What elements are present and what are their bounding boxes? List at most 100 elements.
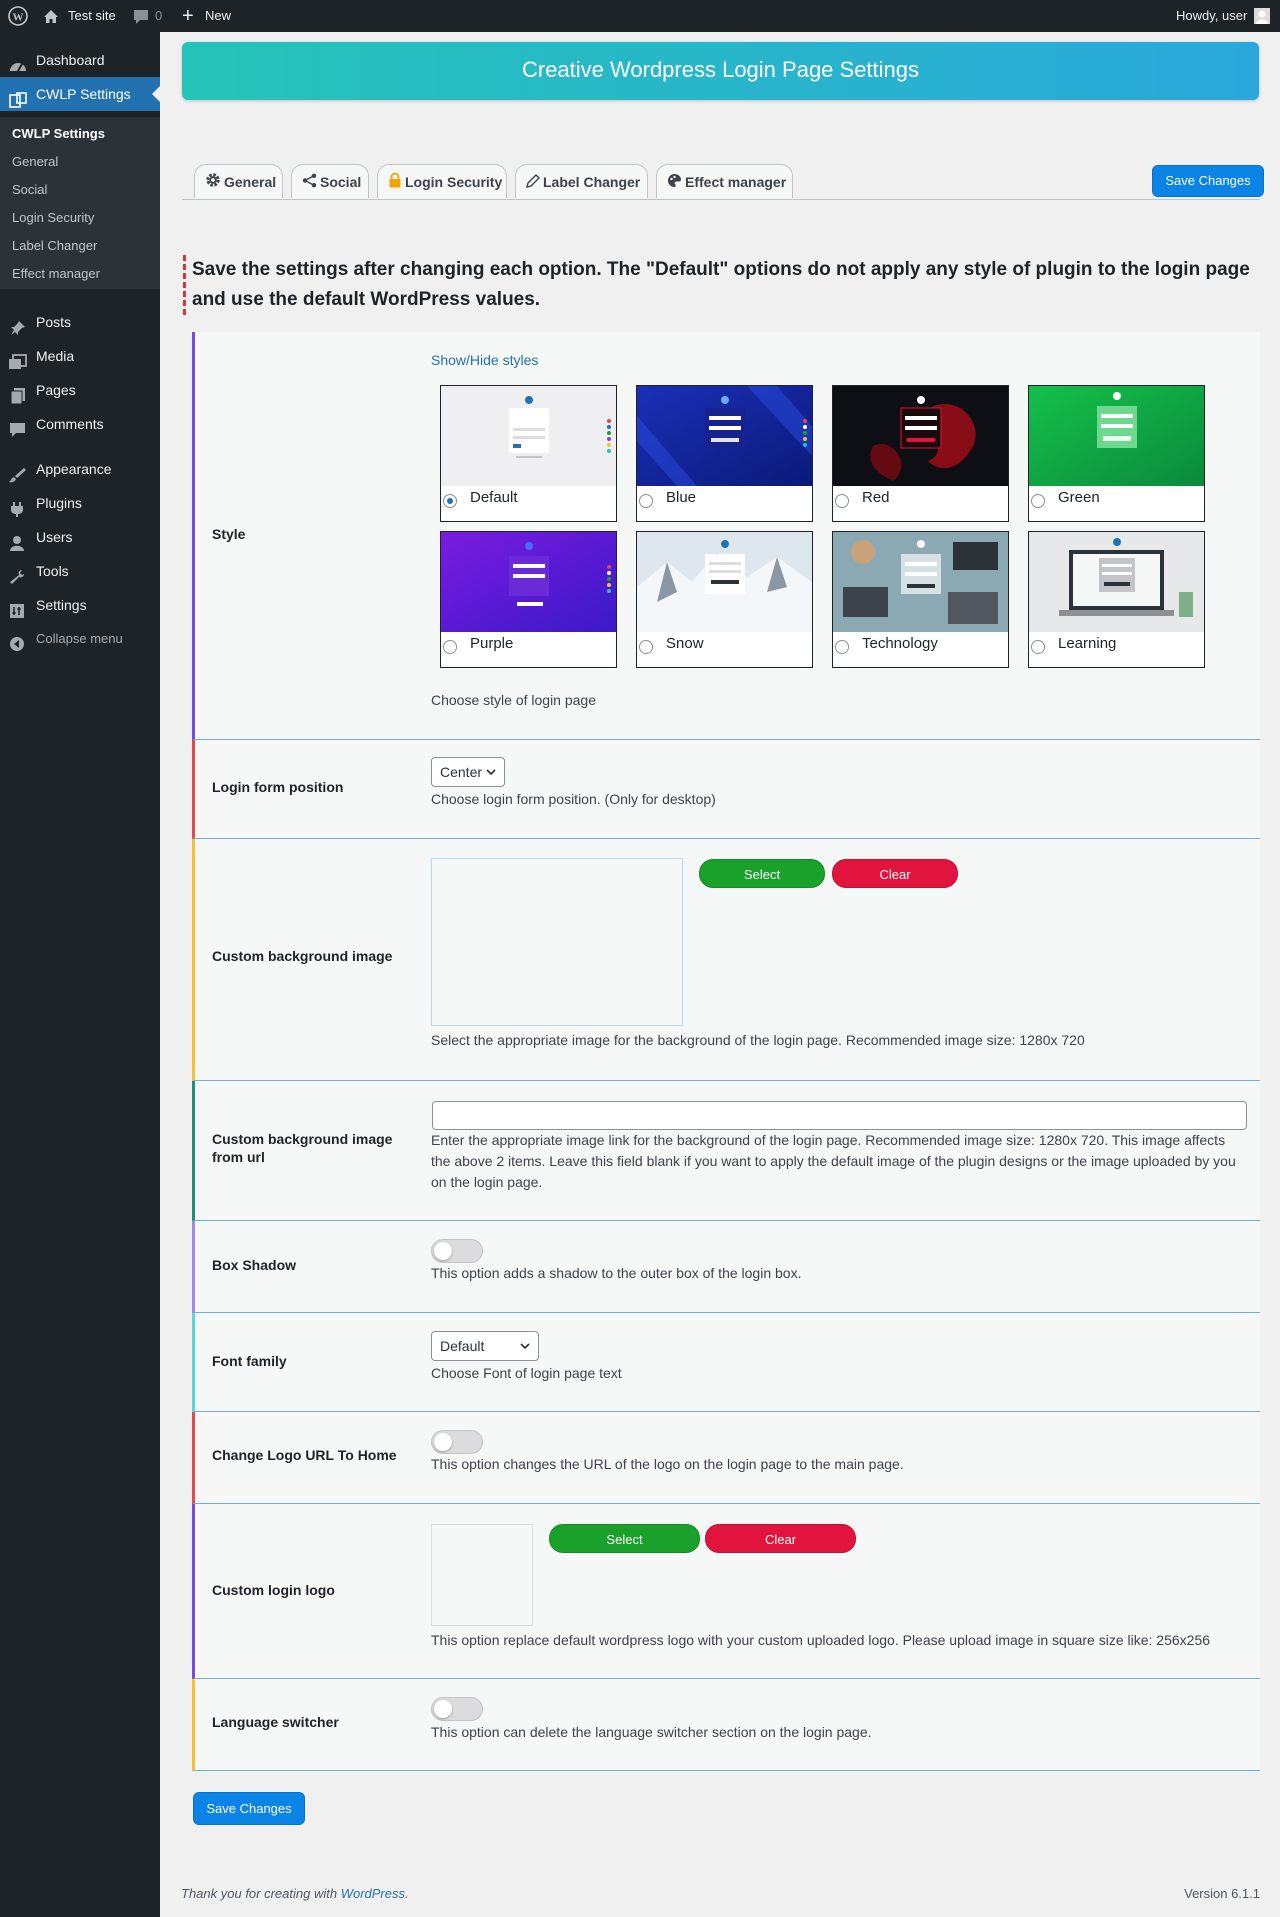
- row-font-family: Font family Default Choose Font of login…: [192, 1313, 1260, 1412]
- style-radio-snow[interactable]: [639, 640, 653, 654]
- tab-login-security[interactable]: Login Security: [377, 164, 507, 198]
- sidebar-item-plugins[interactable]: Plugins: [0, 486, 160, 520]
- tab-general[interactable]: General: [194, 164, 283, 198]
- submenu-item-general[interactable]: General: [12, 148, 58, 176]
- new-link[interactable]: New: [205, 0, 231, 32]
- logo-select-button[interactable]: Select: [549, 1524, 700, 1553]
- site-name-link[interactable]: Test site: [68, 0, 116, 32]
- save-changes-button-bottom[interactable]: Save Changes: [193, 1792, 305, 1825]
- style-option-blue[interactable]: Blue: [636, 385, 813, 522]
- box-shadow-label: Box Shadow: [212, 1257, 297, 1273]
- current-menu-arrow-icon: [152, 86, 160, 102]
- save-changes-button-top[interactable]: Save Changes: [1152, 165, 1264, 197]
- comment-bubble-icon[interactable]: [133, 0, 149, 32]
- avatar[interactable]: [1254, 0, 1270, 32]
- language-switcher-description: This option can delete the language swit…: [431, 1724, 872, 1740]
- sidebar-item-pages[interactable]: Pages: [0, 373, 160, 407]
- box-shadow-toggle[interactable]: [431, 1239, 483, 1263]
- sidebar-item-media[interactable]: Media: [0, 339, 160, 373]
- tab-social[interactable]: Social: [291, 164, 369, 198]
- sidebar-item-posts[interactable]: Posts: [0, 305, 160, 339]
- plus-icon[interactable]: +: [182, 0, 194, 32]
- tab-effect-manager[interactable]: Effect manager: [656, 164, 793, 198]
- pin-icon: [8, 314, 28, 335]
- style-preview-technology: [833, 532, 1008, 632]
- row-style: Style Show/Hide styles Default Blue Red …: [192, 332, 1260, 740]
- style-radio-blue[interactable]: [639, 494, 653, 508]
- settings-icon: [8, 597, 28, 618]
- sidebar-item-cwlp-settings[interactable]: CWLP Settings: [0, 77, 160, 111]
- toggle-knob: [434, 1700, 452, 1718]
- show-hide-styles-link[interactable]: Show/Hide styles: [431, 350, 538, 371]
- logo-image-preview: [431, 1524, 533, 1626]
- style-label: Style: [212, 526, 246, 542]
- admin-bar: W Test site 0 + New Howdy, user: [0, 0, 1280, 32]
- login-form-position-label: Login form position: [212, 779, 344, 795]
- style-option-learning[interactable]: Learning: [1028, 531, 1205, 668]
- custom-background-url-description: Enter the appropriate image link for the…: [431, 1132, 1236, 1190]
- style-radio-technology[interactable]: [835, 640, 849, 654]
- chevron-down-icon: [486, 769, 496, 776]
- svg-text:W: W: [13, 12, 24, 24]
- style-option-technology[interactable]: Technology: [832, 531, 1009, 668]
- submenu-item-label-changer[interactable]: Label Changer: [12, 232, 97, 260]
- dashboard-icon: [8, 52, 28, 72]
- style-option-snow[interactable]: Snow: [636, 531, 813, 668]
- palette-icon: [667, 166, 682, 200]
- style-radio-learning[interactable]: [1031, 640, 1045, 654]
- style-option-red[interactable]: Red: [832, 385, 1009, 522]
- sidebar-item-dashboard[interactable]: Dashboard: [0, 43, 160, 77]
- style-preview-blue: [637, 386, 812, 486]
- submenu-item-login-security[interactable]: Login Security: [12, 204, 94, 232]
- sidebar-item-comments[interactable]: Comments: [0, 407, 160, 441]
- user-icon: [8, 529, 28, 551]
- style-description: Choose style of login page: [431, 692, 596, 708]
- login-form-position-description: Choose login form position. (Only for de…: [431, 791, 716, 807]
- logo-clear-button[interactable]: Clear: [705, 1524, 856, 1553]
- toggle-knob: [434, 1433, 452, 1451]
- style-radio-red[interactable]: [835, 494, 849, 508]
- pencil-icon: [526, 166, 540, 200]
- background-image-preview: [431, 858, 683, 1026]
- font-family-select[interactable]: Default: [431, 1331, 539, 1361]
- howdy-user[interactable]: Howdy, user: [1176, 0, 1247, 32]
- style-preview-learning: [1029, 532, 1204, 632]
- style-preview-purple: [441, 532, 616, 632]
- sidebar-item-users[interactable]: Users: [0, 520, 160, 554]
- change-logo-url-description: This option changes the URL of the logo …: [431, 1456, 904, 1472]
- font-family-label: Font family: [212, 1353, 287, 1369]
- style-preview-green: [1029, 386, 1204, 486]
- tabs-divider: [182, 199, 1260, 200]
- login-form-position-select[interactable]: Center: [431, 757, 505, 787]
- row-language-switcher: Language switcher This option can delete…: [192, 1679, 1260, 1771]
- style-radio-purple[interactable]: [443, 640, 457, 654]
- home-icon[interactable]: [42, 0, 60, 32]
- background-image-select-button[interactable]: Select: [699, 859, 825, 888]
- background-image-clear-button[interactable]: Clear: [832, 859, 958, 888]
- sidebar-collapse-menu[interactable]: Collapse menu: [0, 622, 160, 656]
- style-radio-green[interactable]: [1031, 494, 1045, 508]
- submenu-item-effect-manager[interactable]: Effect manager: [12, 260, 100, 288]
- sidebar-item-appearance[interactable]: Appearance: [0, 452, 160, 486]
- lock-icon: [388, 166, 402, 200]
- comments-count[interactable]: 0: [155, 0, 162, 32]
- pages-icon: [8, 382, 28, 405]
- sidebar-item-settings[interactable]: Settings: [0, 588, 160, 622]
- wordpress-logo-icon[interactable]: W: [8, 0, 28, 32]
- change-logo-url-toggle[interactable]: [431, 1430, 483, 1454]
- custom-background-image-label: Custom background image: [212, 948, 393, 964]
- row-custom-background-url: Custom background image from url Enter t…: [192, 1081, 1260, 1221]
- change-logo-url-label: Change Logo URL To Home: [212, 1447, 397, 1463]
- style-option-green[interactable]: Green: [1028, 385, 1205, 522]
- gear-icon: [205, 166, 221, 200]
- style-radio-default[interactable]: [443, 494, 457, 508]
- sidebar-item-tools[interactable]: Tools: [0, 554, 160, 588]
- language-switcher-toggle[interactable]: [431, 1697, 483, 1721]
- submenu-item-social[interactable]: Social: [12, 176, 47, 204]
- style-option-default[interactable]: Default: [440, 385, 617, 522]
- wordpress-link[interactable]: WordPress: [341, 1886, 405, 1901]
- custom-background-url-input[interactable]: [432, 1101, 1247, 1130]
- style-option-purple[interactable]: Purple: [440, 531, 617, 668]
- submenu-item-cwlp-settings[interactable]: CWLP Settings: [12, 120, 105, 148]
- tab-label-changer[interactable]: Label Changer: [515, 164, 648, 198]
